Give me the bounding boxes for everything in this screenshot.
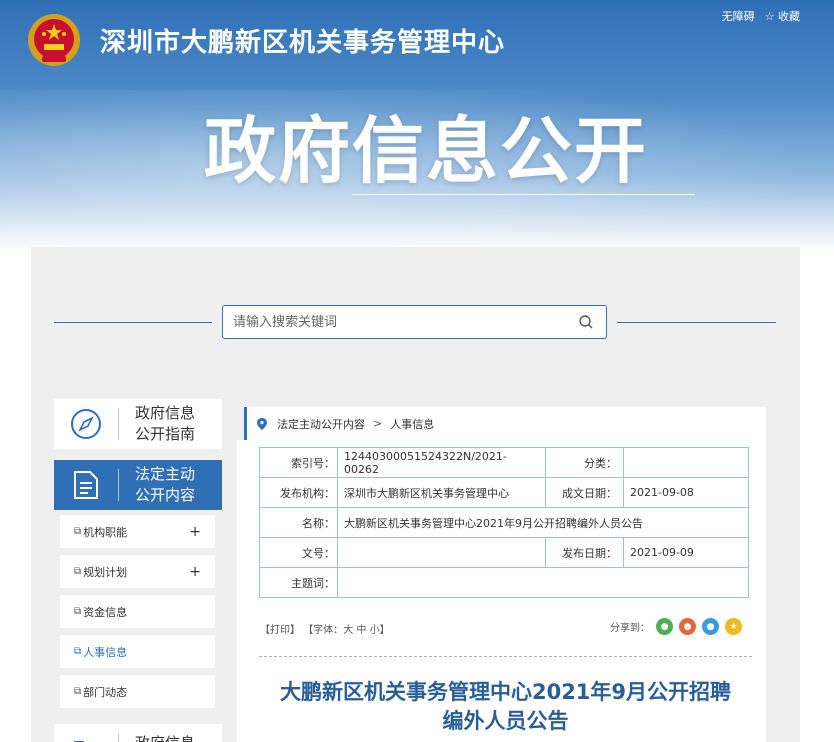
doc-icon: ⧉ [74, 566, 82, 577]
expand-icon[interactable]: + [189, 524, 201, 540]
doc-icon: ⧉ [74, 526, 82, 537]
meta-value [623, 447, 749, 478]
font-prefix: 【字体： [303, 625, 344, 636]
qzone-share-icon[interactable]: ★ [725, 618, 742, 635]
breadcrumb: 法定主动公开内容 > 人事信息 [244, 407, 766, 440]
meta-value: 12440300051524322N/2021-00262 [337, 447, 546, 478]
search-icon[interactable] [578, 314, 594, 330]
font-suffix: 】 [379, 625, 390, 636]
breadcrumb-current[interactable]: 人事信息 [390, 416, 434, 432]
qq-share-icon[interactable]: ● [702, 618, 719, 635]
meta-key: 名称： [259, 507, 338, 538]
weibo-share-icon[interactable]: ● [679, 618, 696, 635]
document-meta-table: 索引号： 12440300051524322N/2021-00262 分类： 发… [259, 447, 749, 598]
meta-key: 索引号： [259, 447, 338, 478]
accessibility-link[interactable]: 无障碍 [722, 8, 755, 24]
site-title: 深圳市大鹏新区机关事务管理中心 [100, 28, 506, 58]
divider [118, 408, 119, 440]
meta-key: 主题词： [259, 567, 338, 598]
banner-divider [352, 194, 695, 195]
article-title-line: 编外人员公告 [442, 709, 569, 733]
sidebar-bottom-label: 政府信息 [135, 733, 207, 742]
header-banner: 深圳市大鹏新区机关事务管理中心 无障碍 ☆ 收藏 政府信息公开 [0, 0, 834, 250]
font-large-button[interactable]: 大 [343, 625, 353, 636]
share-bar: 分享到： ● ● ● ★ [610, 618, 742, 635]
sidebar-statutory[interactable]: 法定主动公开内容 [54, 460, 222, 510]
search-box [222, 305, 607, 339]
divider [259, 656, 752, 657]
star-icon: ☆ [764, 10, 775, 23]
meta-value: 2021-09-08 [623, 477, 749, 508]
sidebar-item-news[interactable]: ⧉ 部门动态 [60, 675, 215, 708]
location-pin-icon [257, 417, 267, 430]
sidebar-bottom[interactable]: 政府信息 [54, 724, 222, 742]
sidebar-item-label: 部门动态 [83, 685, 128, 699]
print-button[interactable]: 【打印】 [260, 625, 300, 636]
sidebar-item-personnel[interactable]: ⧉ 人事信息 [60, 635, 215, 668]
breadcrumb-separator: > [373, 417, 383, 430]
search-right-line [617, 322, 776, 323]
sidebar-statutory-label: 法定主动公开内容 [135, 465, 196, 504]
folder-icon [74, 741, 85, 742]
expand-icon[interactable]: + [189, 564, 201, 580]
meta-value: 大鹏新区机关事务管理中心2021年9月公开招聘编外人员公告 [337, 507, 749, 538]
meta-value: 深圳市大鹏新区机关事务管理中心 [337, 477, 546, 508]
meta-key: 分类： [545, 447, 624, 478]
compass-icon [71, 409, 101, 439]
divider [118, 733, 119, 742]
meta-value [337, 567, 749, 598]
search-area [54, 305, 776, 339]
sidebar-item-label: 机构职能 [83, 525, 128, 539]
font-small-button[interactable]: 小 [370, 625, 380, 636]
article-tools: 【打印】 【字体：大 中 小】 [260, 621, 390, 636]
sidebar-item-label: 人事信息 [83, 645, 128, 659]
sidebar-item-plans[interactable]: ⧉ 规划计划 + [60, 555, 215, 588]
meta-value [337, 537, 546, 568]
meta-key: 文号： [259, 537, 338, 568]
sidebar-item-label: 资金信息 [83, 605, 128, 619]
doc-icon: ⧉ [74, 646, 82, 657]
breadcrumb-root[interactable]: 法定主动公开内容 [277, 416, 365, 432]
document-icon [74, 471, 98, 499]
divider [118, 469, 119, 501]
sidebar-item-functions[interactable]: ⧉ 机构职能 + [60, 515, 215, 548]
font-medium-button[interactable]: 中 [356, 625, 366, 636]
article-title-line: 大鹏新区机关事务管理中心2021年9月公开招聘 [279, 680, 732, 704]
share-label: 分享到： [610, 623, 650, 634]
favorite-link[interactable]: ☆ 收藏 [765, 8, 800, 24]
article-title: 大鹏新区机关事务管理中心2021年9月公开招聘 编外人员公告 [259, 678, 752, 736]
top-links: 无障碍 ☆ 收藏 [722, 8, 800, 24]
sidebar-item-funds[interactable]: ⧉ 资金信息 [60, 595, 215, 628]
sidebar-guide[interactable]: 政府信息公开指南 [54, 399, 222, 449]
doc-icon: ⧉ [74, 686, 82, 697]
sidebar-guide-label: 政府信息公开指南 [135, 404, 196, 443]
meta-key: 成文日期： [545, 477, 624, 508]
search-input[interactable] [233, 306, 573, 338]
sidebar-item-label: 规划计划 [83, 565, 128, 579]
search-left-line [54, 322, 212, 323]
wechat-share-icon[interactable]: ● [656, 618, 673, 635]
doc-icon: ⧉ [74, 606, 82, 617]
national-emblem-icon [28, 14, 80, 66]
favorite-label: 收藏 [778, 10, 800, 23]
meta-value: 2021-09-09 [623, 537, 749, 568]
meta-key: 发布机构： [259, 477, 338, 508]
page-banner-title: 政府信息公开 [204, 109, 649, 193]
meta-key: 发布日期： [545, 537, 624, 568]
